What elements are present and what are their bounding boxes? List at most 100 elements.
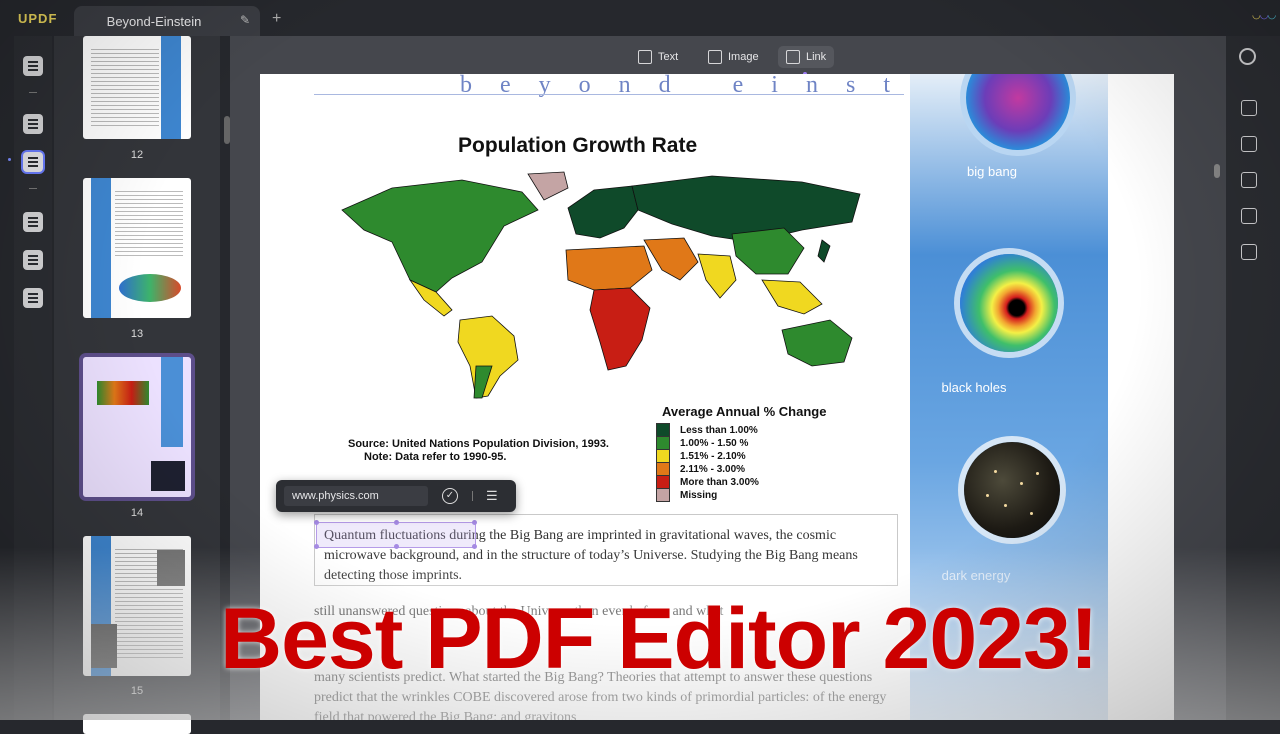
add-text-button[interactable]: Text — [630, 46, 686, 68]
link-url-input[interactable]: www.physics.com — [284, 486, 428, 506]
dark-energy-image[interactable] — [964, 442, 1060, 538]
map-north-africa — [565, 245, 653, 291]
thumbnail-page-number: 15 — [130, 685, 144, 697]
email-icon[interactable] — [1241, 244, 1257, 260]
page-thumbnail[interactable] — [83, 714, 191, 734]
map-europe — [567, 185, 639, 239]
legend-label: Missing — [680, 489, 718, 501]
legend-item: Less than 1.00% — [656, 423, 758, 437]
convert-icon[interactable] — [1241, 100, 1257, 116]
title-bar: UPDF Beyond-Einstein ✎ + ◡◡◡ — [0, 0, 1280, 36]
thumbnail-page-number: 13 — [130, 328, 144, 340]
legend-swatch — [656, 423, 670, 437]
popup-divider — [472, 491, 473, 501]
legend-swatch — [656, 449, 670, 463]
legend-swatch — [656, 462, 670, 476]
new-tab-plus-icon[interactable]: + — [272, 10, 281, 28]
big-bang-caption: big bang — [967, 164, 1017, 179]
tab-title: Beyond-Einstein — [106, 14, 202, 29]
thumbnail-page-number: 12 — [130, 149, 144, 161]
legend-label: 1.51% - 2.10% — [680, 450, 746, 462]
edit-toolbar: Text Image Link — [630, 42, 890, 76]
add-text-label: Text — [658, 51, 679, 63]
thumbnail-page-number: 14 — [130, 507, 144, 519]
pdf-a-icon[interactable] — [1241, 136, 1257, 152]
legend-item: 1.00% - 1.50 % — [656, 436, 749, 450]
add-image-button[interactable]: Image — [700, 46, 767, 68]
map-china — [731, 227, 805, 275]
comment-icon[interactable] — [23, 114, 43, 134]
rename-pencil-icon[interactable]: ✎ — [240, 13, 250, 27]
resize-handle[interactable] — [394, 544, 399, 549]
add-image-label: Image — [728, 51, 759, 63]
link-settings-icon[interactable]: ☰ — [486, 488, 498, 504]
resize-handle[interactable] — [314, 520, 319, 525]
map-japan — [817, 239, 831, 263]
map-source-note: Source: United Nations Population Divisi… — [348, 438, 609, 464]
legend-item: Missing — [656, 488, 718, 502]
confirm-check-icon[interactable]: ✓ — [442, 488, 458, 504]
add-link-label: Link — [806, 51, 827, 63]
left-tool-rail — [8, 36, 52, 720]
legend-swatch — [656, 488, 670, 502]
map-north-america — [341, 179, 539, 293]
map-sub-saharan-africa — [589, 287, 651, 371]
link-edit-popup: www.physics.com ✓ ☰ — [276, 480, 516, 512]
source-line: Source: United Nations Population Divisi… — [348, 438, 609, 450]
legend-label: 1.00% - 1.50 % — [680, 437, 749, 449]
map-southeast-asia — [761, 279, 823, 315]
brand-wave-icon: ◡◡◡ — [1252, 10, 1276, 21]
page-thumbnail[interactable] — [83, 178, 191, 318]
search-icon[interactable] — [1239, 48, 1256, 65]
rail-divider — [29, 188, 37, 189]
header-rule — [314, 94, 904, 95]
resize-handle[interactable] — [472, 520, 477, 525]
share-icon[interactable] — [1241, 208, 1257, 224]
legend-item: More than 3.00% — [656, 475, 759, 489]
protect-icon[interactable] — [1241, 172, 1257, 188]
text-icon — [638, 50, 652, 64]
rail-divider — [29, 92, 37, 93]
legend-label: 2.11% - 3.00% — [680, 463, 746, 475]
legend-label: Less than 1.00% — [680, 424, 758, 436]
dark-energy-caption: dark energy — [941, 568, 1011, 583]
black-holes-caption: black holes — [941, 380, 1007, 395]
app-logo: UPDF — [18, 11, 58, 26]
image-icon — [708, 50, 722, 64]
map-middle-east — [643, 237, 699, 281]
thumbnail-panel: 12 13 14 15 — [54, 36, 220, 734]
right-tool-rail — [1226, 36, 1280, 720]
crop-icon[interactable] — [23, 250, 43, 270]
legend-swatch — [656, 436, 670, 450]
world-population-map[interactable] — [332, 170, 892, 400]
legend-label: More than 3.00% — [680, 476, 759, 488]
legend-item: 1.51% - 2.10% — [656, 449, 746, 463]
map-australia — [781, 319, 853, 367]
document-tab[interactable]: Beyond-Einstein ✎ — [74, 6, 260, 36]
reader-icon[interactable] — [23, 56, 43, 76]
organize-pages-icon[interactable] — [23, 212, 43, 232]
promo-headline: Best PDF Editor 2023! — [220, 591, 1098, 687]
legend-item: 2.11% - 3.00% — [656, 462, 746, 476]
add-link-button[interactable]: Link — [778, 46, 835, 68]
note-line: Note: Data refer to 1990-95. — [364, 451, 507, 463]
resize-handle[interactable] — [472, 544, 477, 549]
active-indicator — [8, 158, 11, 161]
page-thumbnail[interactable] — [83, 536, 191, 676]
map-title: Population Growth Rate — [458, 134, 698, 157]
page-thumbnail[interactable] — [83, 36, 191, 139]
legend-title: Average Annual % Change — [662, 404, 827, 419]
black-holes-image[interactable] — [960, 254, 1058, 352]
page-thumbnail-selected[interactable] — [83, 357, 191, 497]
resize-handle[interactable] — [394, 520, 399, 525]
edit-pdf-icon[interactable] — [23, 152, 43, 172]
map-south-america — [457, 315, 519, 399]
document-scrollbar[interactable] — [1214, 164, 1220, 178]
legend-swatch — [656, 475, 670, 489]
map-south-asia — [697, 253, 737, 299]
resize-handle[interactable] — [314, 544, 319, 549]
link-selection-box[interactable] — [314, 520, 477, 549]
link-icon — [786, 50, 800, 64]
map-greenland — [527, 171, 569, 201]
page-tools-icon[interactable] — [23, 288, 43, 308]
